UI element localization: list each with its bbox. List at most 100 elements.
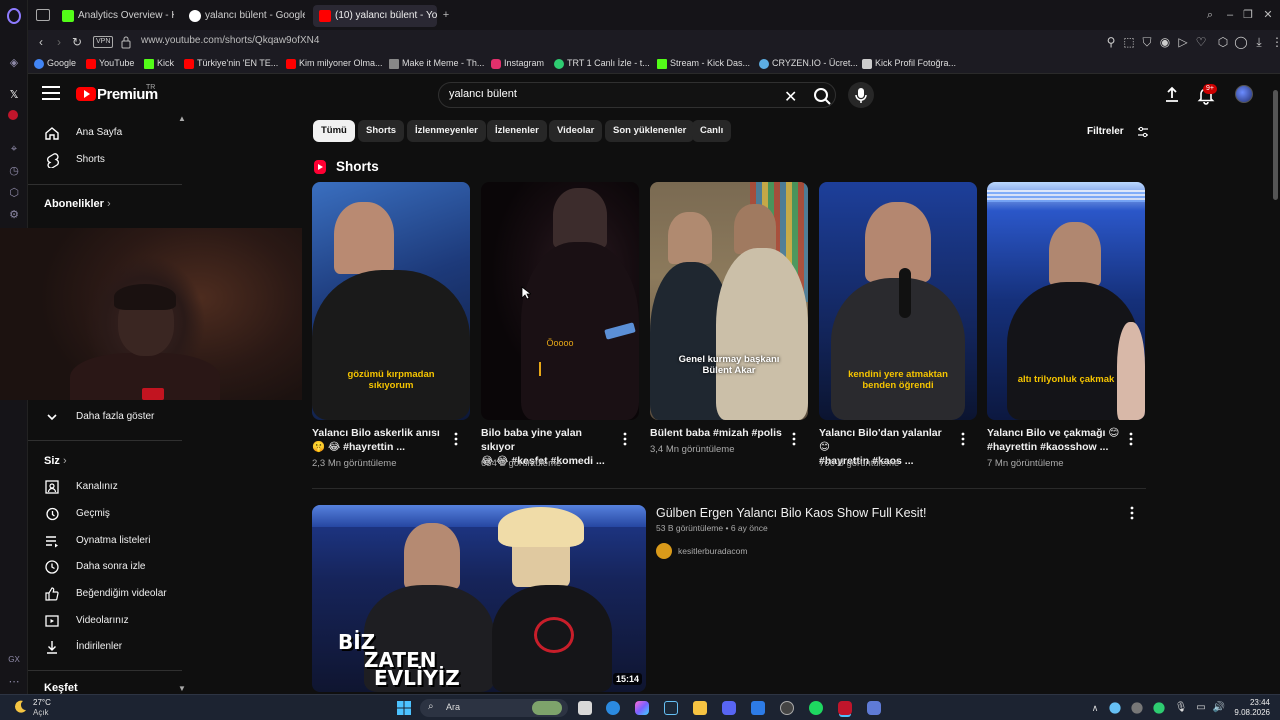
microphone-icon[interactable] [848, 82, 874, 108]
tab-search-icon[interactable]: ⌕ [1204, 9, 1216, 21]
short-card[interactable]: Genel kurmay başkanı Bülent Akar Bülent … [650, 182, 808, 472]
back-button[interactable]: ‹ [34, 35, 48, 49]
explore-heading[interactable]: Keşfet [44, 682, 78, 694]
maximize-button[interactable]: ❐ [1242, 9, 1254, 21]
search-input[interactable]: yalancı bülent [449, 88, 517, 100]
sidebar-item-downloads[interactable]: İndirilenler [28, 634, 182, 660]
mail-icon[interactable] [751, 701, 765, 715]
screenshot-icon[interactable]: ⬚ [1122, 35, 1136, 49]
channel-name[interactable]: kesitlerburadacom [678, 546, 747, 556]
weather-temperature[interactable]: 27°C [33, 698, 51, 707]
bookmark-kick-profil[interactable]: Kick Profil Fotoğra... [862, 58, 956, 69]
task-view-icon[interactable] [578, 701, 592, 715]
short-card[interactable]: kendini yere atmaktan benden öğrendi Yal… [819, 182, 977, 472]
more-options-icon[interactable] [454, 432, 458, 446]
taskbar-search-box[interactable]: ⌕ Ara [420, 699, 568, 717]
sidebar-item-your-channel[interactable]: Kanalınız [28, 474, 182, 500]
tray-monitor-icon[interactable]: ▭ [1194, 701, 1208, 715]
profile-icon[interactable]: ◯ [1234, 35, 1248, 49]
chip-all[interactable]: Tümü [313, 120, 355, 142]
short-card[interactable]: altı trilyonluk çakmak Yalancı Bilo ve ç… [987, 182, 1145, 472]
sidebar-item-liked-videos[interactable]: Beğendiğim videolar [28, 581, 182, 607]
close-window-button[interactable]: ✕ [1262, 9, 1274, 21]
tab-youtube-active[interactable]: (10) yalancı bülent - YouTube [313, 5, 437, 27]
browser-menu-icon[interactable]: ⋮ [1270, 35, 1280, 49]
hamburger-menu-icon[interactable] [42, 86, 60, 102]
tab-google-search[interactable]: yalancı bülent - Google Sea [183, 5, 305, 27]
sidebar-item-home[interactable]: Ana Sayfa [28, 120, 182, 146]
bookmark-instagram[interactable]: Instagram [491, 58, 544, 69]
clear-search-icon[interactable]: ✕ [784, 87, 797, 107]
url-input[interactable]: www.youtube.com/shorts/Qkqaw9ofXN4 [141, 35, 319, 46]
youtube-logo-icon[interactable] [76, 87, 96, 101]
tab-overview-icon[interactable] [36, 9, 50, 21]
copilot-icon[interactable] [635, 701, 649, 715]
obs-icon[interactable] [780, 701, 794, 715]
short-thumbnail[interactable]: Öoooo [481, 182, 639, 420]
tray-volume-icon[interactable]: 🔊 [1212, 701, 1226, 715]
edge-icon[interactable] [606, 701, 620, 715]
short-title[interactable]: Bülent baba #mizah #polis [650, 426, 785, 440]
tab-kick-analytics[interactable]: Analytics Overview - Kick C [56, 5, 174, 27]
sidebar-item-playlists[interactable]: Oynatma listeleri [28, 528, 182, 554]
settings-rail-icon[interactable]: ⚙ [6, 207, 22, 223]
more-options-icon[interactable] [792, 432, 796, 446]
short-thumbnail[interactable]: Genel kurmay başkanı Bülent Akar [650, 182, 808, 420]
taskbar-time[interactable]: 23:44 [1236, 698, 1270, 707]
x-twitter-icon[interactable]: 𝕏 [6, 87, 22, 103]
vpn-badge[interactable]: VPN [93, 36, 114, 48]
shield-icon[interactable]: ⛉ [1140, 35, 1154, 49]
spotify-icon[interactable] [809, 701, 823, 715]
forward-button[interactable]: › [52, 35, 66, 49]
bookmark-kim-milyoner[interactable]: Kim milyoner Olma... [286, 58, 383, 69]
chip-shorts[interactable]: Shorts [358, 120, 405, 142]
chip-recently-uploaded[interactable]: Son yüklenenler [605, 120, 695, 142]
new-tab-button[interactable]: + [440, 9, 452, 21]
video-title[interactable]: Gülben Ergen Yalancı Bilo Kaos Show Full… [656, 506, 927, 520]
short-thumbnail[interactable]: kendini yere atmaktan benden öğrendi [819, 182, 977, 420]
file-explorer-icon[interactable] [693, 701, 707, 715]
sidebar-item-your-videos[interactable]: Videolarınız [28, 608, 182, 634]
minimize-button[interactable]: – [1224, 9, 1236, 21]
sidebar-show-more[interactable]: Daha fazla göster [28, 404, 182, 430]
sidebar-item-history[interactable]: Geçmiş [28, 501, 182, 527]
subscriptions-heading[interactable]: Abonelikler › [44, 198, 111, 210]
camera-icon[interactable]: ◉ [1158, 35, 1172, 49]
opera-logo-icon[interactable] [6, 8, 22, 24]
bookmark-turkiye[interactable]: Türkiye'nin 'EN TE... [184, 58, 278, 69]
download-browser-icon[interactable]: ⤓ [1252, 35, 1266, 49]
chip-live[interactable]: Canlı [692, 120, 732, 142]
tray-status-icon[interactable] [1153, 702, 1165, 714]
ai-icon[interactable]: ◈ [6, 55, 22, 71]
app-taskbar-icon[interactable] [867, 701, 881, 715]
short-thumbnail[interactable]: altı trilyonluk çakmak [987, 182, 1145, 420]
short-thumbnail[interactable]: gözümü kırpmadan sıkıyorum [312, 182, 470, 420]
play-icon[interactable]: ▷ [1176, 35, 1190, 49]
short-title[interactable]: Yalancı Bilo ve çakmağı 😊 #hayrettin #kao… [987, 426, 1122, 454]
channel-avatar[interactable] [656, 543, 672, 559]
bookmark-make-it-meme[interactable]: Make it Meme - Th... [389, 58, 484, 69]
steam-icon[interactable] [664, 701, 678, 715]
more-options-icon[interactable] [1129, 432, 1133, 446]
bookmark-kick[interactable]: Kick [144, 58, 174, 69]
scrollbar-thumb[interactable] [1273, 90, 1278, 200]
page-scrollbar[interactable] [1272, 76, 1280, 694]
sidebar-item-watch-later[interactable]: Daha sonra izle [28, 554, 182, 580]
account-avatar[interactable] [1235, 85, 1253, 103]
short-title[interactable]: Yalancı Bilo askerlik anısı 🤫 😂 #hayretti… [312, 426, 447, 454]
chip-videos[interactable]: Videolar [549, 120, 603, 142]
upload-icon[interactable] [1162, 85, 1182, 105]
bookmark-youtube[interactable]: YouTube [86, 58, 134, 69]
more-options-icon[interactable] [1130, 506, 1134, 520]
bookmark-trt1[interactable]: TRT 1 Canlı İzle - t... [554, 58, 650, 69]
tray-app-icon[interactable] [1131, 702, 1143, 714]
more-rail-icon[interactable]: ⋯ [6, 674, 22, 690]
heart-icon[interactable]: ♡ [1194, 35, 1208, 49]
tray-steam-icon[interactable] [1109, 702, 1121, 714]
search-icon[interactable] [811, 85, 833, 107]
chip-unwatched[interactable]: İzlenmeyenler [407, 120, 486, 142]
you-heading[interactable]: Siz › [44, 455, 67, 467]
discord-icon[interactable] [722, 701, 736, 715]
moon-weather-icon[interactable] [12, 699, 28, 715]
weather-description[interactable]: Açık [33, 708, 49, 717]
